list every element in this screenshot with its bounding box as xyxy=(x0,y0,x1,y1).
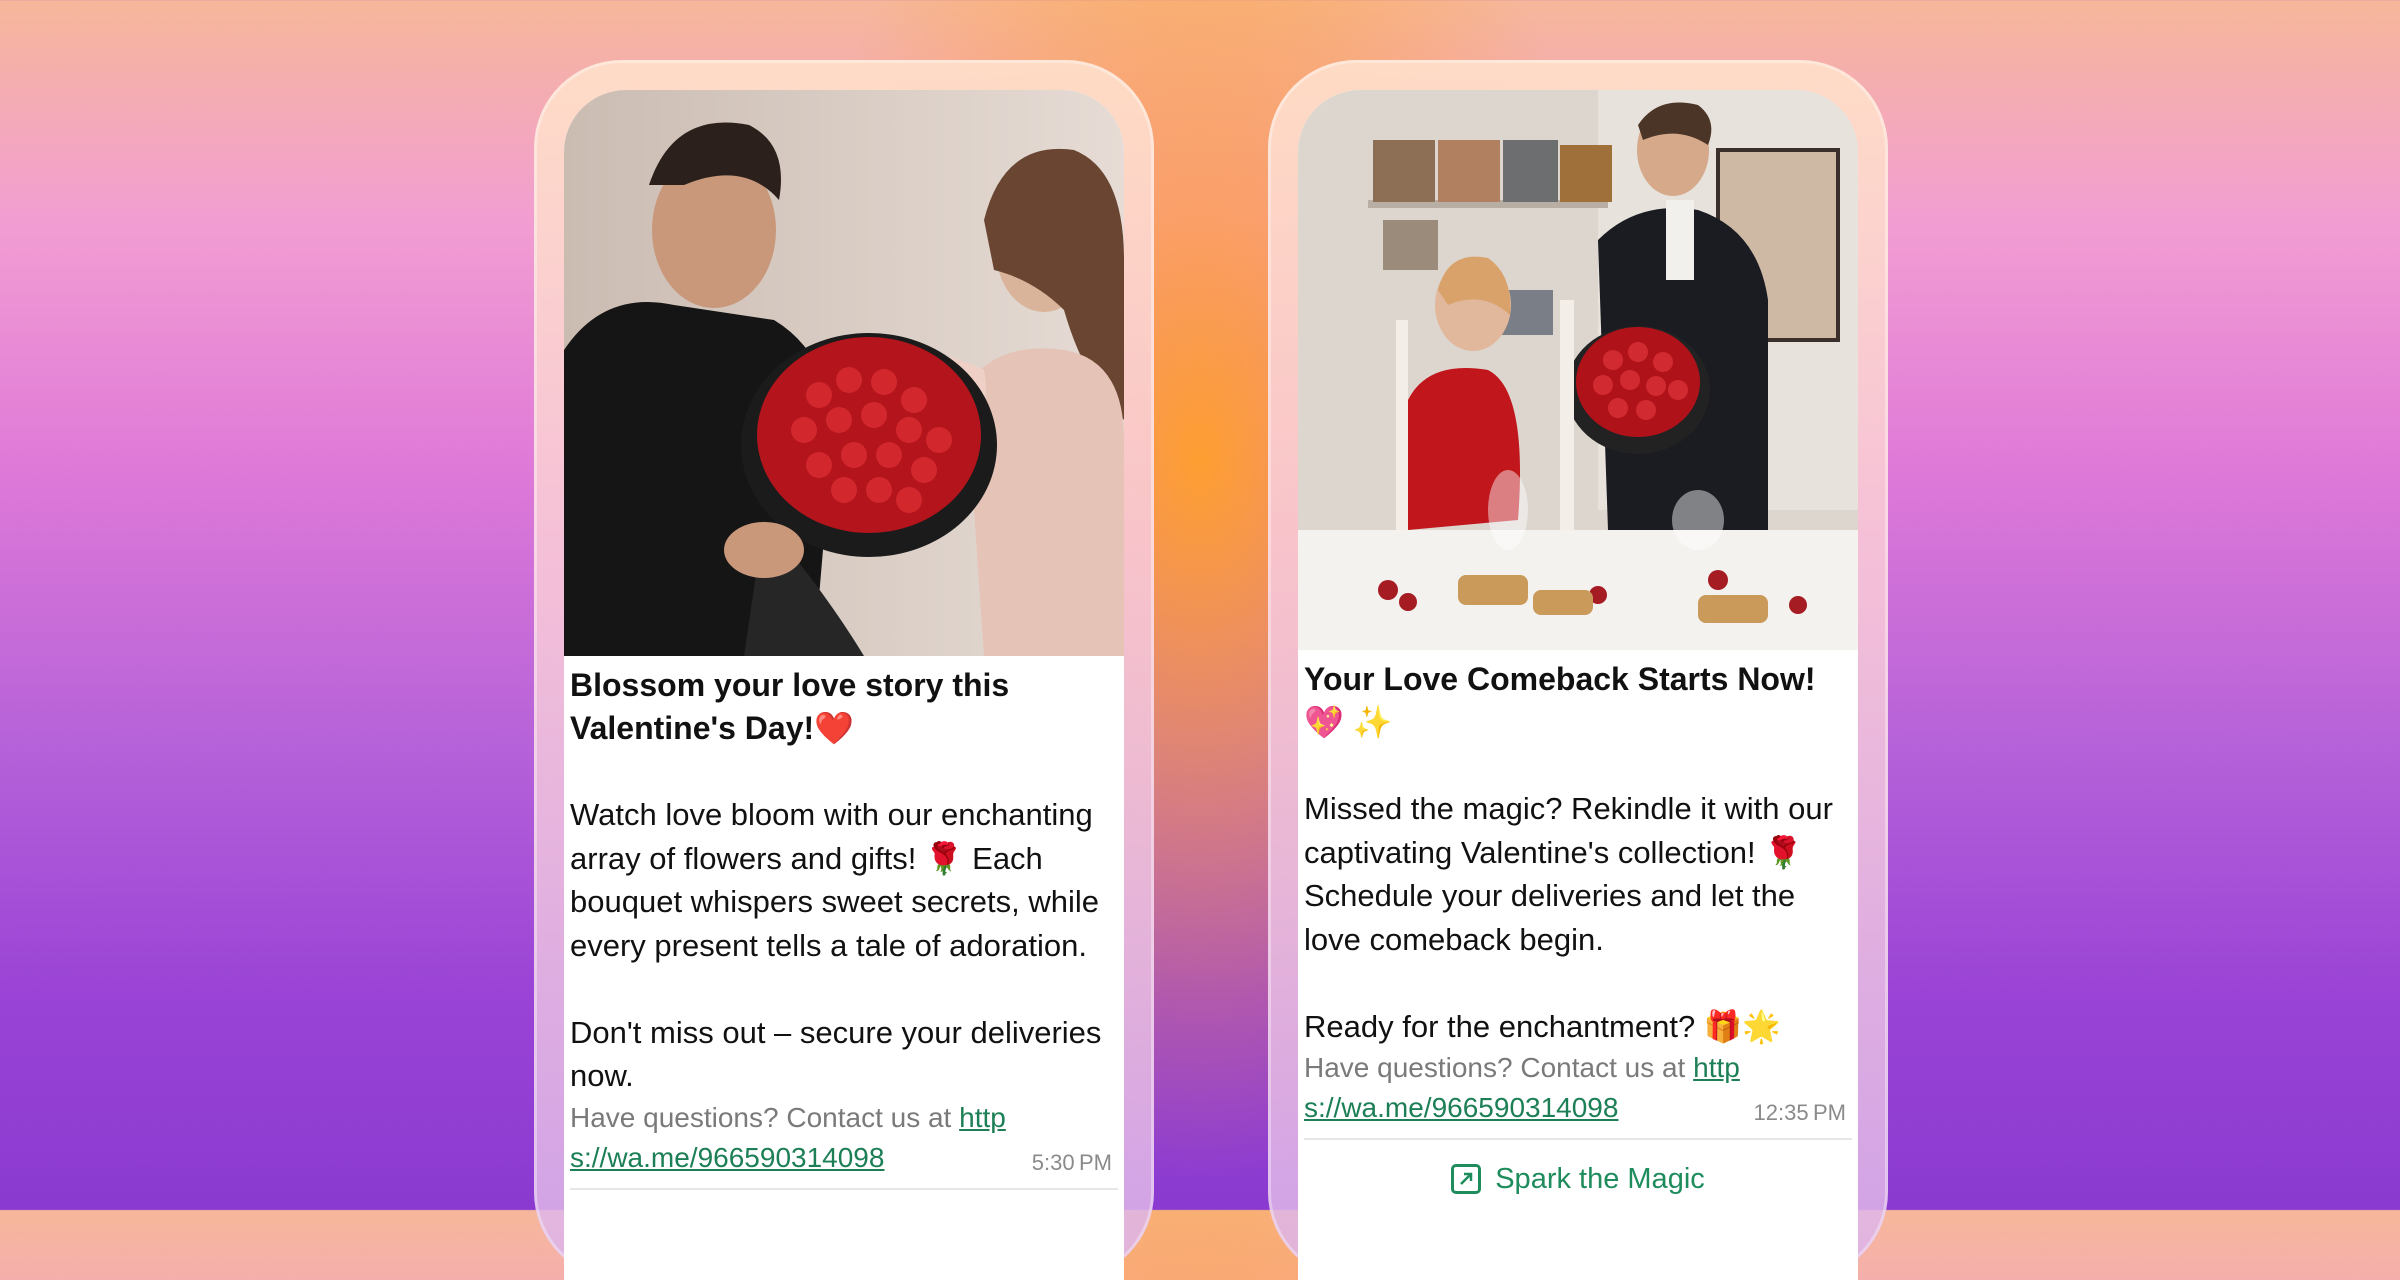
heart-emoji-icon: ❤️ xyxy=(814,709,854,747)
spark-the-magic-button[interactable]: Spark the Magic xyxy=(1304,1140,1852,1218)
message-timestamp: 5:30 PM xyxy=(1031,1149,1112,1175)
message-photo-left[interactable] xyxy=(564,90,1124,656)
button-label: Spark the Magic xyxy=(1495,1162,1705,1195)
message-title-right: Your Love Comeback Starts Now! 💖 ✨ xyxy=(1304,661,1816,740)
couple-with-rose-bouquet-photo xyxy=(564,90,1124,656)
message-body-right: Missed the magic? Rekindle it with our c… xyxy=(1304,791,1833,1044)
dinner-table-bouquet-photo xyxy=(1298,90,1858,650)
message-footer-right: Have questions? Contact us at https://wa… xyxy=(1304,1048,1852,1128)
divider xyxy=(570,1187,1118,1190)
message-photo-right[interactable] xyxy=(1298,90,1858,650)
message-card-right: Your Love Comeback Starts Now! 💖 ✨ Misse… xyxy=(1298,90,1858,1280)
message-timestamp: 12:35 PM xyxy=(1753,1100,1846,1125)
message-title-left: Blossom your love story this Valentine's… xyxy=(570,664,1118,750)
message-footer-left: Have questions? Contact us at https://wa… xyxy=(570,1098,1118,1178)
title-text: Blossom your love story this Valentine's… xyxy=(570,667,1010,746)
footer-text: Have questions? Contact us at xyxy=(1304,1052,1694,1083)
message-body-left: Watch love bloom with our enchanting arr… xyxy=(570,797,1102,1093)
external-link-icon xyxy=(1451,1164,1482,1194)
message-card-left: Blossom your love story this Valentine's… xyxy=(564,90,1124,1280)
message-content-right: Your Love Comeback Starts Now! 💖 ✨ Misse… xyxy=(1298,658,1858,1218)
message-content-left: Blossom your love story this Valentine's… xyxy=(564,664,1124,1190)
phone-frame-right: Your Love Comeback Starts Now! 💖 ✨ Misse… xyxy=(1268,60,1888,1280)
phone-frame-left: Blossom your love story this Valentine's… xyxy=(534,60,1154,1280)
footer-text: Have questions? Contact us at xyxy=(570,1101,960,1133)
